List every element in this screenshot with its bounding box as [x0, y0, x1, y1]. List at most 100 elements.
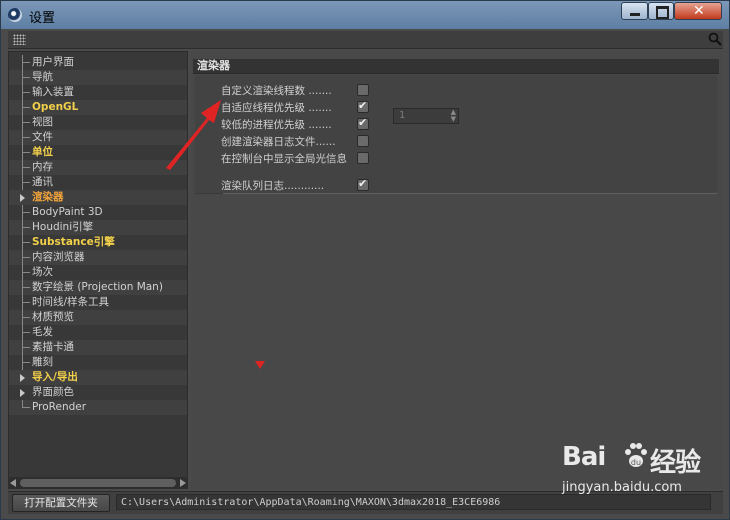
sidebar-item[interactable]: 数字绘景 (Projection Man) — [9, 280, 187, 295]
scroll-right-icon[interactable] — [180, 479, 186, 487]
section-header: 渲染器 — [193, 59, 719, 74]
watermark-logo-text: Bai — [562, 442, 606, 472]
setting-label: 自定义渲染线程数 ....... — [221, 85, 332, 97]
sidebar-item[interactable]: 素描卡通 — [9, 340, 187, 355]
sidebar-item[interactable]: 内容浏览器 — [9, 250, 187, 265]
tree-connector — [22, 332, 30, 333]
toolbar — [8, 31, 723, 49]
sidebar-item[interactable]: 导航 — [9, 70, 187, 85]
sidebar-item-label: 用户界面 — [32, 56, 74, 68]
setting-checkbox[interactable] — [357, 116, 369, 130]
setting-label: 自适应线程优先级 ....... — [221, 102, 332, 114]
grip-icon[interactable] — [13, 34, 26, 45]
sidebar-item[interactable]: BodyPaint 3D — [9, 205, 187, 220]
sidebar-item-label: 渲染器 — [32, 191, 64, 203]
thread-count-value: 1 — [399, 110, 406, 121]
watermark-url: jingyan.baidu.com — [562, 480, 682, 495]
render-queue-log-checkbox[interactable] — [357, 177, 369, 191]
sidebar-item[interactable]: 通讯 — [9, 175, 187, 190]
sidebar-item-label: 毛发 — [32, 326, 53, 338]
tree-connector — [22, 137, 30, 138]
tree-connector — [22, 362, 30, 363]
sidebar-item-label: 数字绘景 (Projection Man) — [32, 281, 163, 293]
sidebar-item[interactable]: 场次 — [9, 265, 187, 280]
sidebar-item[interactable]: 用户界面 — [9, 55, 187, 70]
baidu-watermark: Bai du 经验 jingyan.baidu.com — [562, 440, 712, 502]
expand-arrow-icon[interactable] — [20, 374, 25, 382]
setting-checkbox[interactable] — [357, 135, 369, 147]
sidebar-item[interactable]: 输入装置 — [9, 85, 187, 100]
search-icon[interactable] — [708, 32, 722, 46]
sidebar-item-label: 文件 — [32, 131, 53, 143]
close-button[interactable]: ✕ — [674, 2, 722, 20]
sidebar-item[interactable]: OpenGL — [9, 100, 187, 115]
sidebar-item-label: 雕刻 — [32, 356, 53, 368]
sidebar-item[interactable]: 内存 — [9, 160, 187, 175]
sidebar-item-label: Houdini引擎 — [32, 221, 94, 233]
sidebar-item[interactable]: 时间线/样条工具 — [9, 295, 187, 310]
tree-connector — [22, 107, 30, 108]
sidebar-item-label: 通讯 — [32, 176, 53, 188]
cinema4d-app-icon — [8, 8, 22, 22]
tree-connector — [22, 287, 30, 288]
sidebar-item[interactable]: 渲染器 — [9, 190, 187, 205]
section-title: 渲染器 — [197, 59, 230, 72]
setting-label: 在控制台中显示全局光信息 — [221, 153, 347, 165]
close-icon: ✕ — [693, 3, 705, 19]
paw-icon: du — [625, 443, 647, 467]
sidebar-item[interactable]: 界面颜色 — [9, 385, 187, 400]
sidebar-item[interactable]: 材质预览 — [9, 310, 187, 325]
sidebar-item-label: 输入装置 — [32, 86, 74, 98]
settings-group: 1 ▲▼ 渲染队列日志............ 自定义渲染线程数 .......… — [195, 75, 717, 194]
sidebar-item-label: 时间线/样条工具 — [32, 296, 110, 308]
sidebar-item-label: 导航 — [32, 71, 53, 83]
open-config-folder-button[interactable]: 打开配置文件夹 — [12, 494, 110, 512]
minimize-button[interactable] — [621, 2, 648, 20]
tree-connector — [22, 62, 30, 63]
tree-connector — [22, 347, 30, 348]
setting-checkbox[interactable] — [357, 84, 369, 96]
sidebar-item-label: 视图 — [32, 116, 53, 128]
tree-connector — [22, 272, 30, 273]
tree-connector — [22, 152, 30, 153]
minimize-icon — [630, 13, 640, 16]
scrollbar-thumb[interactable] — [20, 479, 176, 487]
scroll-left-icon[interactable] — [10, 479, 16, 487]
sidebar-item[interactable]: Substance引擎 — [9, 235, 187, 250]
tree-connector — [22, 122, 30, 123]
sidebar-item-label: OpenGL — [32, 101, 79, 113]
renderer-settings-panel: 渲染器 1 ▲▼ 渲染队列日志............ 自定义渲染线程数 ...… — [191, 51, 723, 489]
annotation-marker-icon — [255, 361, 265, 369]
setting-checkbox[interactable] — [357, 99, 369, 113]
settings-category-tree: 用户界面导航输入装置 OpenGL 视图文件单位内存通讯渲染器 BodyPaint 3… — [8, 51, 188, 489]
tree-connector — [22, 167, 30, 168]
setting-label: 较低的进程优先级 ....... — [221, 119, 332, 131]
sidebar-item-label: 内容浏览器 — [32, 251, 85, 263]
tree-connector — [22, 92, 30, 93]
setting-checkbox[interactable] — [357, 152, 369, 164]
sidebar-item-label: 单位 — [32, 146, 53, 158]
sidebar-item-label: 内存 — [32, 161, 53, 173]
sidebar-item-label: ProRender — [32, 401, 87, 413]
sidebar-item-label: 界面颜色 — [32, 386, 74, 398]
sidebar-item[interactable]: 雕刻 — [9, 355, 187, 370]
sidebar-item[interactable]: 文件 — [9, 130, 187, 145]
window-title: 设置 — [29, 11, 56, 26]
sidebar-item[interactable]: 视图 — [9, 115, 187, 130]
horizontal-scrollbar[interactable] — [8, 477, 188, 489]
sidebar-item[interactable]: Houdini引擎 — [9, 220, 187, 235]
thread-count-stepper[interactable]: 1 ▲ ▼ — [393, 108, 459, 124]
tree-connector — [22, 407, 30, 408]
stepper-arrows-icon[interactable]: ▲ ▼ — [451, 109, 456, 123]
setting-label: 创建渲染器日志文件...... — [221, 136, 336, 148]
maximize-button[interactable] — [648, 2, 674, 20]
sidebar-item[interactable]: 导入/导出 — [9, 370, 187, 385]
expand-arrow-icon[interactable] — [20, 389, 25, 397]
sidebar-item[interactable]: 毛发 — [9, 325, 187, 340]
tree-connector — [22, 242, 30, 243]
sidebar-item[interactable]: 单位 — [9, 145, 187, 160]
tree-connector — [22, 317, 30, 318]
title-bar[interactable]: 设置 ✕ — [1, 1, 729, 29]
sidebar-item[interactable]: ProRender — [9, 400, 187, 415]
expand-arrow-icon[interactable] — [20, 194, 25, 202]
